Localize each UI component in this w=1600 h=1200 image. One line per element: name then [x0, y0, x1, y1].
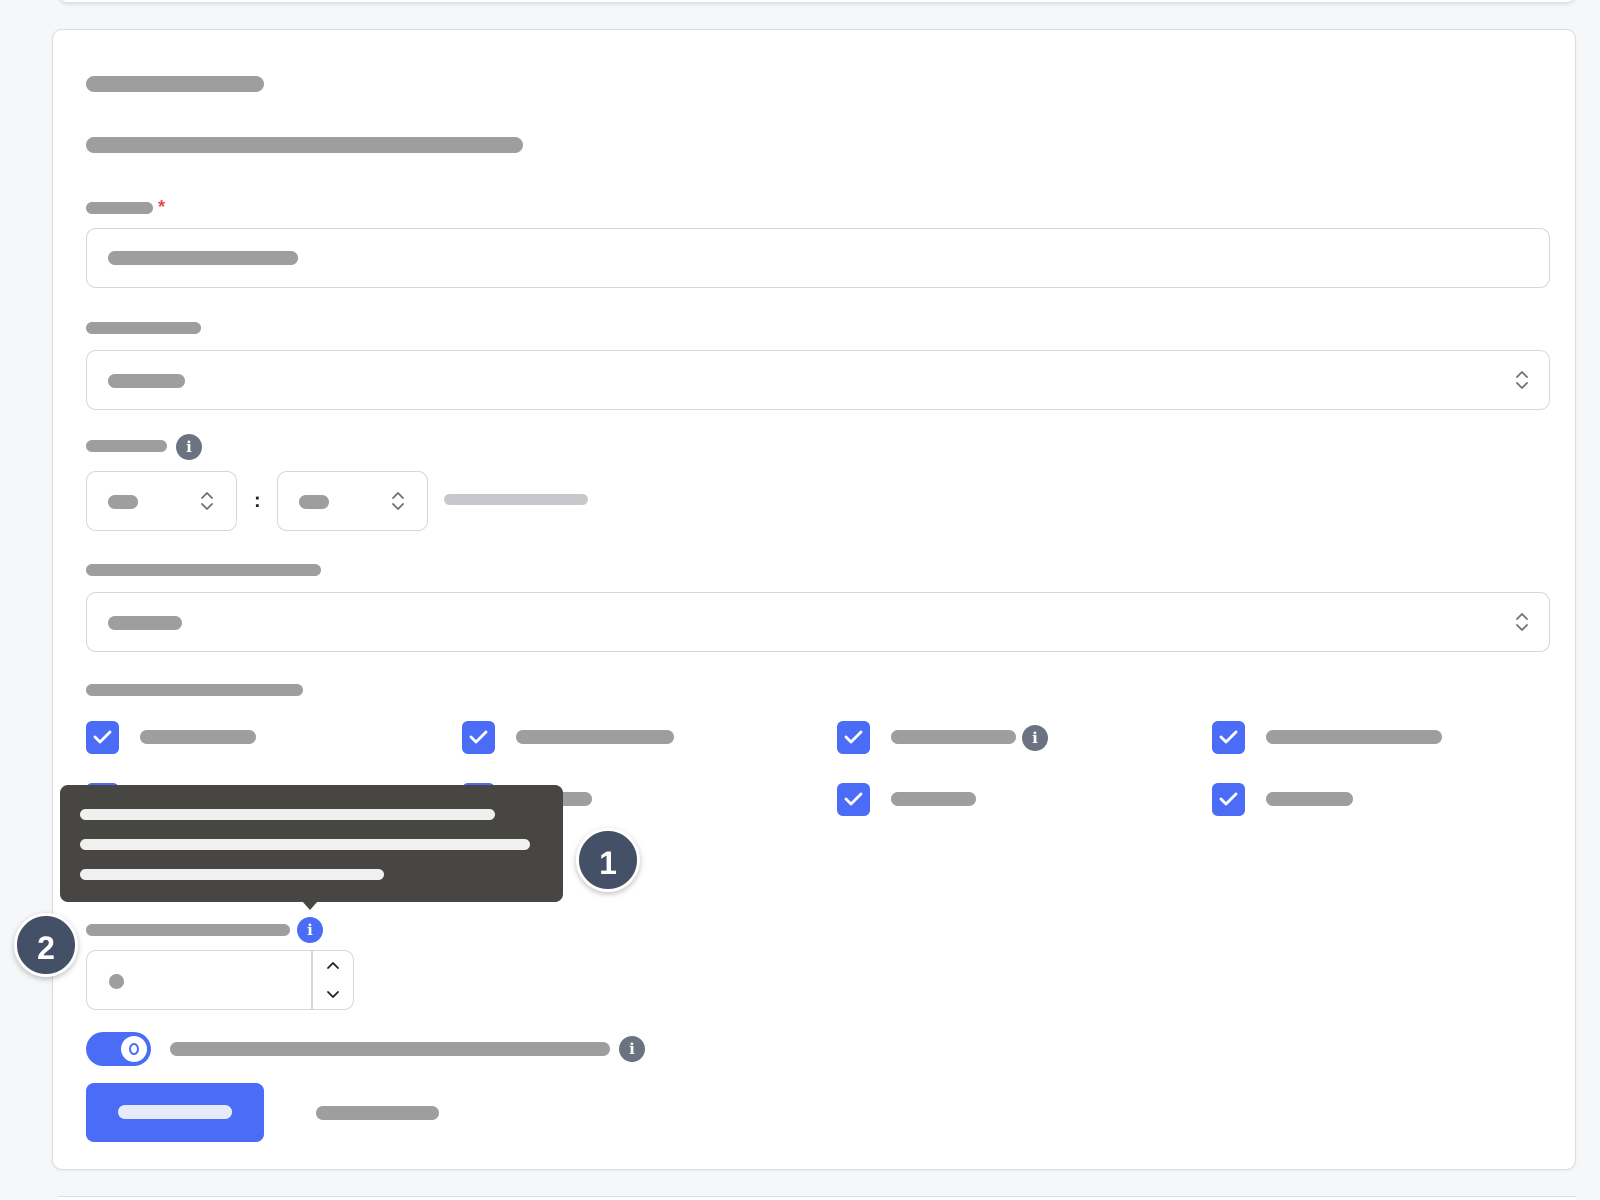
option-checkbox[interactable] [1212, 783, 1245, 816]
chevron-updown-icon [392, 492, 404, 510]
checkmark-icon [844, 730, 863, 744]
section-description [86, 137, 523, 153]
time-separator: : [254, 490, 261, 512]
type-field-label [86, 322, 201, 334]
info-tooltip [60, 785, 563, 902]
option-label [891, 792, 976, 806]
tooltip-line [80, 809, 495, 820]
chevron-updown-icon [1516, 613, 1528, 631]
category-select-value [108, 616, 182, 630]
previous-card-edge [58, 0, 1576, 2]
toggle-info-icon[interactable]: i [619, 1036, 645, 1062]
number-stepper[interactable] [86, 950, 354, 1010]
option-label [1266, 792, 1353, 806]
tooltip-line [80, 839, 530, 850]
checkmark-icon [844, 792, 863, 806]
option-checkbox[interactable] [86, 721, 119, 754]
number-input-value [109, 974, 124, 989]
option-info-icon[interactable]: i [1022, 725, 1048, 751]
tooltip-line [80, 869, 384, 880]
next-card-edge [58, 1196, 1576, 1200]
submit-button-label [118, 1105, 232, 1119]
chevron-up-icon[interactable] [326, 960, 340, 970]
toggle-knob [121, 1036, 147, 1062]
submit-button[interactable] [86, 1083, 264, 1142]
option-label [516, 730, 674, 744]
feature-toggle[interactable] [86, 1032, 151, 1066]
time-info-icon[interactable]: i [176, 434, 202, 460]
time-field-label [86, 440, 167, 452]
minute-select-value [299, 495, 329, 509]
option-label [140, 730, 256, 744]
option-checkbox[interactable] [1212, 721, 1245, 754]
stepper-divider [311, 951, 313, 1009]
number-field-label [86, 924, 290, 936]
option-checkbox[interactable] [462, 721, 495, 754]
hour-select-value [108, 495, 138, 509]
option-label [1266, 730, 1442, 744]
checkmark-icon [93, 730, 112, 744]
step-marker-1: 1 [576, 828, 640, 892]
option-checkbox[interactable] [837, 721, 870, 754]
options-group-label [86, 684, 303, 696]
minute-select[interactable] [277, 471, 428, 531]
category-select[interactable] [86, 592, 1550, 652]
step-marker-2: 2 [14, 913, 78, 977]
timezone-hint [444, 494, 588, 505]
chevron-updown-icon [1516, 371, 1528, 389]
option-checkbox[interactable] [837, 783, 870, 816]
cancel-link[interactable] [316, 1106, 439, 1120]
name-input[interactable] [86, 228, 1550, 288]
toggle-label [170, 1042, 610, 1056]
hour-select[interactable] [86, 471, 237, 531]
option-label [891, 730, 1016, 744]
type-select[interactable] [86, 350, 1550, 410]
name-input-value [108, 251, 298, 265]
type-select-value [108, 374, 185, 388]
checkmark-icon [1219, 730, 1238, 744]
chevron-down-icon[interactable] [326, 990, 340, 1000]
required-indicator: * [158, 197, 166, 217]
name-field-label [86, 202, 153, 214]
tooltip-arrow [302, 901, 318, 910]
number-info-icon[interactable]: i [297, 917, 323, 943]
checkmark-icon [469, 730, 488, 744]
section-title [86, 76, 264, 92]
category-field-label [86, 564, 321, 576]
chevron-updown-icon [201, 492, 213, 510]
checkmark-icon [1219, 792, 1238, 806]
